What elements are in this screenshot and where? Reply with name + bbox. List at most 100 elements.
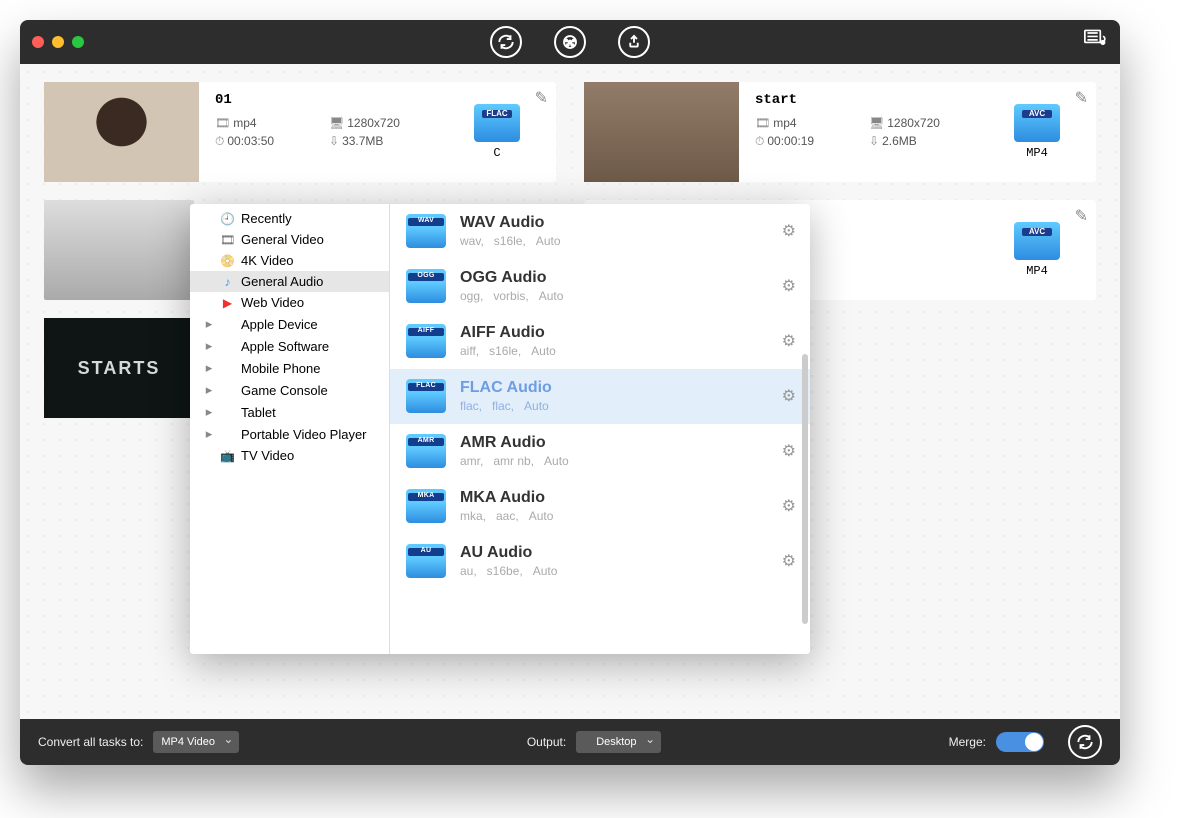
category-label: Tablet xyxy=(241,405,276,420)
close-window-button[interactable] xyxy=(32,36,44,48)
category-item[interactable]: 🎞 General Video xyxy=(190,229,389,250)
category-item[interactable]: ▸ Mobile Phone xyxy=(190,357,389,379)
edit-tab-icon[interactable] xyxy=(554,26,586,58)
format-settings-icon[interactable]: ⚙ xyxy=(782,331,796,351)
maximize-window-button[interactable] xyxy=(72,36,84,48)
convert-tab-icon[interactable] xyxy=(490,26,522,58)
task-card[interactable]: 01 mp4 1280x720 00:03:50 33.7MB C ✎ xyxy=(44,82,556,182)
format-settings-icon[interactable]: ⚙ xyxy=(782,551,796,571)
edit-task-icon[interactable]: ✎ xyxy=(1075,88,1088,108)
format-option[interactable]: AIFF Audio aiff, s16le, Auto ⚙ xyxy=(390,314,810,369)
category-label: Portable Video Player xyxy=(241,427,367,442)
task-format: mp4 xyxy=(755,116,865,130)
format-name: AIFF Audio xyxy=(460,324,556,342)
content-area: 01 mp4 1280x720 00:03:50 33.7MB C ✎ xyxy=(20,64,1120,719)
category-label: Apple Software xyxy=(241,339,329,354)
task-resolution: 1280x720 xyxy=(329,116,474,130)
category-item[interactable]: ▸Game Console xyxy=(190,379,389,401)
format-settings-icon[interactable]: ⚙ xyxy=(782,496,796,516)
format-details: wav, s16le, Auto xyxy=(460,234,561,248)
format-icon xyxy=(406,434,446,468)
category-item[interactable]: ▸ Tablet xyxy=(190,401,389,423)
task-title: start xyxy=(755,92,1014,108)
category-icon: 📀 xyxy=(220,254,235,268)
output-folder-select[interactable]: Desktop xyxy=(576,731,661,753)
category-item[interactable]: 📀4K Video xyxy=(190,250,389,271)
window-controls xyxy=(32,36,84,48)
format-details: aiff, s16le, Auto xyxy=(460,344,556,358)
format-option[interactable]: MKA Audiomka, aac, Auto⚙ xyxy=(390,479,810,534)
convert-all-select[interactable]: MP4 Video xyxy=(153,731,239,753)
category-list: 🕘Recently 🎞 General Video 📀4K Video ♪ General… xyxy=(190,204,390,654)
scrollbar-thumb[interactable] xyxy=(802,354,808,624)
task-size: 2.6MB xyxy=(869,134,1014,149)
playlist-icon[interactable] xyxy=(1084,29,1108,55)
category-item[interactable]: ▸ Apple Software xyxy=(190,335,389,357)
format-icon xyxy=(1014,104,1060,142)
category-item[interactable]: 📺TV Video xyxy=(190,445,389,466)
thumbnail[interactable]: STARTS xyxy=(44,318,194,418)
category-icon: 🎞 xyxy=(220,233,235,247)
format-option[interactable]: AMR Audio amr, amr nb, Auto ⚙ xyxy=(390,424,810,479)
format-name: AMR Audio xyxy=(460,434,569,452)
format-icon xyxy=(474,104,520,142)
format-settings-icon[interactable]: ⚙ xyxy=(782,221,796,241)
format-label: C xyxy=(493,146,500,160)
category-item[interactable]: ♪ General Audio xyxy=(190,271,389,292)
category-item[interactable]: ▶Web Video xyxy=(190,292,389,313)
category-item[interactable]: ▸ Portable Video Player xyxy=(190,423,389,445)
merge-label: Merge: xyxy=(949,735,986,749)
convert-all-label: Convert all tasks to: xyxy=(38,735,143,749)
format-icon xyxy=(406,269,446,303)
format-name: WAV Audio xyxy=(460,214,561,232)
category-label: Game Console xyxy=(241,383,328,398)
format-name: AU Audio xyxy=(460,544,557,562)
task-size: 33.7MB xyxy=(329,134,474,149)
bottom-bar: Convert all tasks to: MP4 Video Output: … xyxy=(20,719,1120,765)
format-option[interactable]: OGG Audioogg, vorbis, Auto⚙ xyxy=(390,259,810,314)
format-settings-icon[interactable]: ⚙ xyxy=(782,386,796,406)
format-icon xyxy=(406,544,446,578)
task-duration: 00:00:19 xyxy=(755,134,865,149)
merge-toggle[interactable] xyxy=(996,732,1044,752)
category-label: Recently xyxy=(241,211,292,226)
share-tab-icon[interactable] xyxy=(618,26,650,58)
format-icon xyxy=(406,214,446,248)
thumbnail xyxy=(584,82,739,182)
task-card[interactable]: start mp4 1280x720 00:00:19 2.6MB MP4 ✎ xyxy=(584,82,1096,182)
category-item[interactable]: ▸Apple Device xyxy=(190,313,389,335)
format-icon xyxy=(406,489,446,523)
expand-arrow-icon: ▸ xyxy=(204,360,214,376)
format-settings-icon[interactable]: ⚙ xyxy=(782,276,796,296)
category-label: Apple Device xyxy=(241,317,318,332)
expand-arrow-icon: ▸ xyxy=(204,404,214,420)
minimize-window-button[interactable] xyxy=(52,36,64,48)
category-label: General Video xyxy=(241,232,324,247)
format-name: FLAC Audio xyxy=(460,379,552,397)
format-option[interactable]: FLAC Audio flac, flac, Auto ⚙ xyxy=(390,369,810,424)
titlebar xyxy=(20,20,1120,64)
output-label: Output: xyxy=(527,735,566,749)
format-option[interactable]: WAV Audio wav, s16le, Auto ⚙ xyxy=(390,204,810,259)
edit-task-icon[interactable]: ✎ xyxy=(1075,206,1088,226)
format-details: au, s16be, Auto xyxy=(460,564,557,578)
category-label: General Audio xyxy=(241,274,323,289)
thumbnail[interactable] xyxy=(44,200,194,300)
format-option[interactable]: AU Audio au, s16be, Auto ⚙ xyxy=(390,534,810,589)
format-details: mka, aac, Auto xyxy=(460,509,553,523)
task-title: 01 xyxy=(215,92,474,108)
format-label: MP4 xyxy=(1026,146,1048,160)
format-details: amr, amr nb, Auto xyxy=(460,454,569,468)
category-icon: ♪ xyxy=(220,275,235,289)
expand-arrow-icon: ▸ xyxy=(204,426,214,442)
format-settings-icon[interactable]: ⚙ xyxy=(782,441,796,461)
category-item[interactable]: 🕘Recently xyxy=(190,208,389,229)
format-details: flac, flac, Auto xyxy=(460,399,552,413)
start-convert-button[interactable] xyxy=(1068,725,1102,759)
expand-arrow-icon: ▸ xyxy=(204,338,214,354)
category-label: Web Video xyxy=(241,295,304,310)
category-label: Mobile Phone xyxy=(241,361,321,376)
edit-task-icon[interactable]: ✎ xyxy=(535,88,548,108)
format-name: OGG Audio xyxy=(460,269,563,287)
task-resolution: 1280x720 xyxy=(869,116,1014,130)
